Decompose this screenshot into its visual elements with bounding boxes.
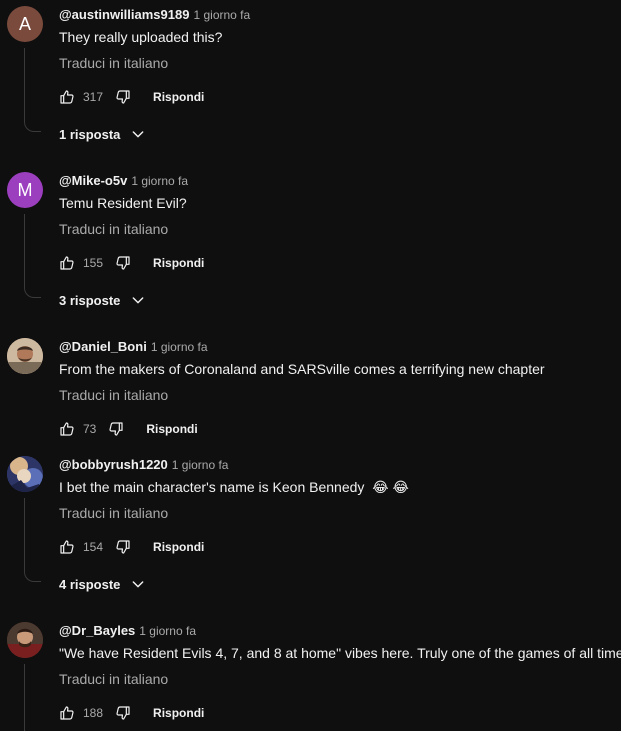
thumb-down-icon (109, 422, 123, 436)
dislike-button[interactable] (115, 705, 131, 721)
comment-actions: 317 Rispondi (59, 86, 204, 108)
translate-link[interactable]: Traduci in italiano (59, 53, 168, 73)
translate-link[interactable]: Traduci in italiano (59, 669, 168, 689)
comment-feed: A @austinwilliams9189 1 giorno fa They re… (0, 0, 621, 731)
thumb-down-icon (116, 706, 130, 720)
avatar-letter: A (18, 13, 31, 34)
thumb-up-icon (60, 422, 74, 436)
comment-text-emoji: 😂 😂 (372, 479, 409, 495)
comment-text: From the makers of Coronaland and SARSvi… (59, 361, 545, 377)
replies-count: 4 risposte (59, 576, 121, 592)
author-name[interactable]: @austinwilliams9189 (59, 7, 189, 22)
reply-button[interactable]: Rispondi (146, 422, 197, 436)
replies-toggle[interactable]: 3 risposte (59, 292, 146, 308)
reply-button[interactable]: Rispondi (153, 90, 204, 104)
translate-link[interactable]: Traduci in italiano (59, 219, 168, 239)
chevron-down-icon (130, 126, 146, 142)
thread-line (24, 498, 25, 570)
comment-header: @Dr_Bayles 1 giorno fa (59, 622, 196, 640)
comment-actions: 73 Rispondi (59, 418, 198, 440)
thumb-up-icon (60, 90, 74, 104)
profile-photo-icon (7, 622, 43, 658)
reply-button[interactable]: Rispondi (153, 540, 204, 554)
like-button[interactable] (59, 255, 75, 271)
thread-line (24, 664, 25, 731)
author-name[interactable]: @bobbyrush1220 (59, 457, 168, 472)
timestamp[interactable]: 1 giorno fa (193, 8, 250, 22)
comment: @Dr_Bayles 1 giorno fa "We have Resident … (0, 622, 621, 731)
like-count: 73 (83, 422, 97, 436)
comment-text: "We have Resident Evils 4, 7, and 8 at h… (59, 645, 621, 661)
thumb-up-icon (60, 706, 74, 720)
chevron-down-icon (130, 576, 146, 592)
like-count: 317 (83, 90, 104, 104)
dislike-button[interactable] (115, 255, 131, 271)
comment-header: @bobbyrush1220 1 giorno fa (59, 456, 228, 474)
like-button[interactable] (59, 421, 75, 437)
like-button[interactable] (59, 89, 75, 105)
chevron-down-icon (130, 292, 146, 308)
comment-header: @Daniel_Boni 1 giorno fa (59, 338, 208, 356)
author-name[interactable]: @Mike-o5v (59, 173, 127, 188)
author-name[interactable]: @Daniel_Boni (59, 339, 147, 354)
like-button[interactable] (59, 539, 75, 555)
thumb-down-icon (116, 540, 130, 554)
replies-toggle[interactable]: 1 risposta (59, 126, 146, 142)
dislike-button[interactable] (115, 89, 131, 105)
avatar[interactable]: M (7, 172, 43, 208)
comment-actions: 188 Rispondi (59, 702, 204, 724)
like-count: 188 (83, 706, 104, 720)
dislike-button[interactable] (115, 539, 131, 555)
timestamp[interactable]: 1 giorno fa (151, 340, 208, 354)
translate-link[interactable]: Traduci in italiano (59, 385, 168, 405)
comment-text: They really uploaded this? (59, 29, 223, 45)
avatar[interactable] (7, 456, 43, 492)
like-count: 154 (83, 540, 104, 554)
dislike-button[interactable] (108, 421, 124, 437)
profile-photo-icon (7, 338, 43, 374)
reply-button[interactable]: Rispondi (153, 706, 204, 720)
reply-button[interactable]: Rispondi (153, 256, 204, 270)
thumb-down-icon (116, 256, 130, 270)
comment: @Daniel_Boni 1 giorno fa From the makers … (0, 338, 621, 448)
comment-header: @austinwilliams9189 1 giorno fa (59, 6, 250, 24)
timestamp[interactable]: 1 giorno fa (172, 458, 229, 472)
translate-link[interactable]: Traduci in italiano (59, 503, 168, 523)
author-name[interactable]: @Dr_Bayles (59, 623, 135, 638)
thread-line (24, 48, 25, 120)
comment-actions: 154 Rispondi (59, 536, 204, 558)
profile-photo-icon (7, 456, 43, 492)
comment-actions: 155 Rispondi (59, 252, 204, 274)
comment-text: I bet the main character's name is Keon … (59, 477, 409, 497)
thumb-up-icon (60, 540, 74, 554)
thumb-down-icon (116, 90, 130, 104)
thumb-up-icon (60, 256, 74, 270)
comment-text-body: I bet the main character's name is Keon … (59, 479, 365, 495)
like-button[interactable] (59, 705, 75, 721)
like-count: 155 (83, 256, 104, 270)
replies-count: 3 risposte (59, 292, 121, 308)
thread-line (24, 214, 25, 286)
replies-count: 1 risposta (59, 126, 121, 142)
avatar[interactable] (7, 338, 43, 374)
comment-header: @Mike-o5v 1 giorno fa (59, 172, 188, 190)
replies-toggle[interactable]: 4 risposte (59, 576, 146, 592)
timestamp[interactable]: 1 giorno fa (131, 174, 188, 188)
avatar[interactable]: A (7, 6, 43, 42)
timestamp[interactable]: 1 giorno fa (139, 624, 196, 638)
avatar-letter: M (17, 179, 33, 200)
avatar[interactable] (7, 622, 43, 658)
comment-text: Temu Resident Evil? (59, 195, 187, 211)
